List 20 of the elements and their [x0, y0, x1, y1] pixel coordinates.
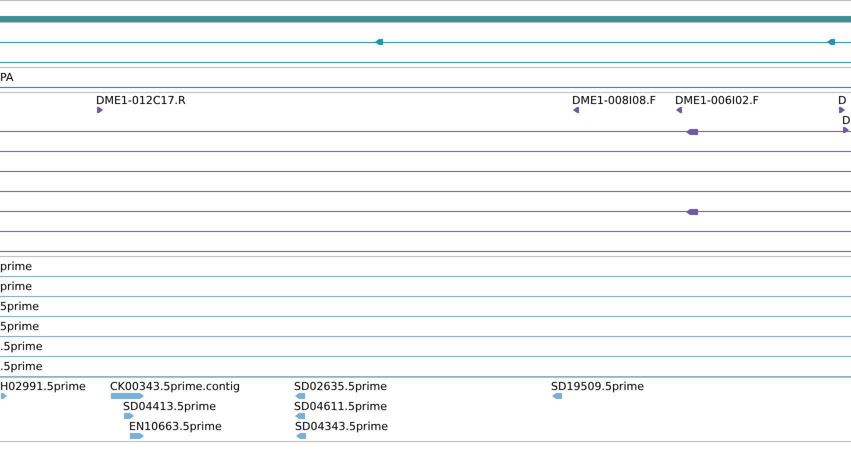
feature-label: SD04343.5prime	[295, 420, 388, 433]
feature-label: DME1-006I02.F	[675, 94, 759, 107]
feature-label: SD04611.5prime	[294, 400, 387, 413]
track-label: prime	[0, 260, 32, 273]
track-label: PA	[0, 71, 14, 84]
feature-label: D	[838, 94, 846, 107]
feature-label: H02991.5prime	[0, 380, 86, 393]
feature-label: CK00343.5prime.contig	[110, 380, 240, 393]
feature-label: SD19509.5prime	[551, 380, 644, 393]
feature-label: DME1-012C17.R	[96, 94, 186, 107]
feature-label: DME1-008I08.F	[572, 94, 656, 107]
feature-label: SD02635.5prime	[294, 380, 387, 393]
track-label: .5prime	[0, 360, 43, 373]
track-label: 5prime	[0, 300, 40, 313]
feature-label: SD04413.5prime	[123, 400, 216, 413]
feature-label: EN10663.5prime	[129, 420, 222, 433]
track-label: 5prime	[0, 320, 40, 333]
track-label: prime	[0, 280, 32, 293]
feature-label: D	[842, 114, 850, 127]
track-label: .5prime	[0, 340, 43, 353]
